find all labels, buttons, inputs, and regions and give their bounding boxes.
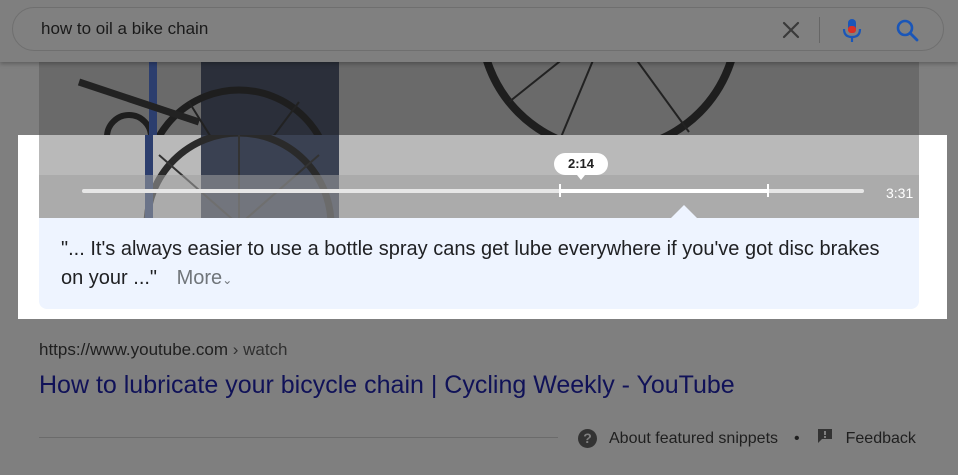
- feedback-icon[interactable]: [816, 427, 834, 450]
- segment-end-marker[interactable]: [767, 184, 769, 197]
- more-button[interactable]: More⌄: [177, 267, 233, 289]
- about-featured-snippets-link[interactable]: About featured snippets: [609, 430, 778, 448]
- search-icon[interactable]: [893, 16, 921, 44]
- result-url[interactable]: https://www.youtube.com › watch: [39, 340, 288, 360]
- video-controls[interactable]: 2:14 3:31: [39, 135, 919, 218]
- search-divider: [819, 17, 820, 43]
- segment-start-marker[interactable]: [559, 184, 561, 197]
- result-url-path: › watch: [227, 340, 288, 359]
- progress-played: [559, 189, 768, 193]
- result-url-base: https://www.youtube.com: [39, 340, 228, 359]
- search-input[interactable]: how to oil a bike chain: [41, 19, 208, 39]
- footer-separator: •: [794, 429, 800, 447]
- more-label: More: [176, 267, 223, 289]
- search-header: how to oil a bike chain: [0, 0, 958, 62]
- featured-snippet: 2:14 3:31 "... It's always easier to use…: [18, 135, 947, 319]
- divider-line: [39, 437, 558, 438]
- snippet-quote: "... It's always easier to use a bottle …: [61, 235, 901, 295]
- snippet-footer: ? About featured snippets • Feedback: [578, 427, 916, 450]
- help-icon[interactable]: ?: [578, 429, 597, 448]
- feedback-link[interactable]: Feedback: [846, 430, 916, 448]
- result-title-link[interactable]: How to lubricate your bicycle chain | Cy…: [39, 371, 735, 400]
- hover-time-tooltip: 2:14: [554, 153, 608, 180]
- video-duration: 3:31: [886, 185, 914, 201]
- microphone-icon[interactable]: [839, 16, 865, 44]
- snippet-pointer: [671, 205, 697, 218]
- snippet-quote-box: "... It's always easier to use a bottle …: [39, 218, 919, 309]
- bicycle-wheels-image: [39, 135, 919, 218]
- chevron-down-icon: ⌄: [222, 273, 233, 287]
- search-box[interactable]: how to oil a bike chain: [12, 7, 944, 51]
- clear-icon[interactable]: [777, 16, 805, 44]
